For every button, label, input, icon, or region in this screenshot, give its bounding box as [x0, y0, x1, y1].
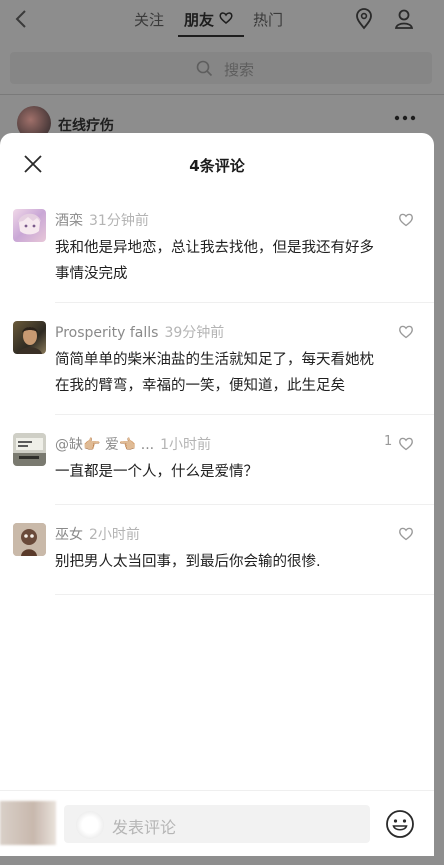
- heart-like-icon[interactable]: [398, 526, 414, 541]
- commenter-avatar[interactable]: [13, 321, 46, 354]
- commenter-avatar[interactable]: [13, 209, 46, 242]
- photo-avatar-image: [13, 433, 46, 466]
- comment-input-bar: 发表评论: [0, 790, 434, 856]
- comment-item: 巫女 2小时前 别把男人太当回事，到最后你会输的很惨.: [0, 523, 434, 588]
- comment-divider: [55, 302, 434, 303]
- comment-meta: 巫女 2小时前: [55, 524, 140, 544]
- comment-text: 简简单单的柴米油盐的生活就知足了，每天看她枕在我的臂弯，幸福的一笑，便知道，此生…: [55, 352, 374, 394]
- more-options-icon[interactable]: [394, 114, 416, 122]
- my-avatar: [0, 801, 56, 845]
- back-icon[interactable]: [12, 8, 32, 30]
- comments-sheet: 4条评论 酒栾 31分钟前 我和他是异地恋，总让我去找他，但是我还有好多事情没完成: [0, 133, 434, 833]
- heart-icon: [219, 12, 233, 24]
- emoji-icon[interactable]: [385, 809, 415, 839]
- heart-like-icon[interactable]: [398, 324, 414, 339]
- commenter-name[interactable]: 酒栾: [55, 213, 83, 229]
- commenter-name[interactable]: 巫女: [55, 527, 83, 543]
- like-count: 1: [384, 434, 393, 449]
- location-pin-icon[interactable]: [355, 8, 373, 30]
- search-placeholder: 搜索: [224, 61, 255, 79]
- comment-item: Prosperity falls 39分钟前 简简单单的柴米油盐的生活就知足了，每…: [0, 321, 434, 412]
- anime-avatar-image: [18, 213, 41, 235]
- post-author-name[interactable]: 在线疗伤: [58, 115, 114, 135]
- comment-meta: Prosperity falls 39分钟前: [55, 322, 224, 342]
- comment-time: 2小时前: [89, 527, 140, 543]
- active-tab-underline: [178, 35, 244, 37]
- commenter-name[interactable]: Prosperity falls: [55, 325, 158, 341]
- commenter-avatar[interactable]: [13, 523, 46, 556]
- search-icon: [196, 60, 213, 77]
- comment-text: 别把男人太当回事，到最后你会输的很惨.: [55, 554, 321, 570]
- comment-time: 1小时前: [160, 437, 212, 453]
- portrait-avatar-image: [18, 327, 42, 354]
- heart-like-icon[interactable]: [398, 212, 414, 227]
- user-icon[interactable]: [394, 8, 414, 30]
- comment-text: 我和他是异地恋，总让我去找他，但是我还有好多事情没完成: [55, 240, 374, 282]
- commenter-name[interactable]: @缺👉🏼 爱👈🏼 ...: [55, 437, 154, 453]
- divider: [0, 94, 444, 95]
- comment-time: 31分钟前: [89, 213, 149, 229]
- comment-item: 酒栾 31分钟前 我和他是异地恋，总让我去找他，但是我还有好多事情没完成: [0, 209, 434, 300]
- comment-input[interactable]: 发表评论: [64, 805, 370, 843]
- comment-meta: @缺👉🏼 爱👈🏼 ... 1小时前: [55, 434, 211, 454]
- overlay-edge: [0, 856, 444, 865]
- comment-meta: 酒栾 31分钟前: [55, 210, 149, 230]
- tab-follow[interactable]: 关注: [134, 9, 164, 30]
- background-app: 关注 朋友 热门 搜索 在线疗伤: [0, 0, 444, 150]
- top-nav: 关注 朋友 热门: [0, 0, 444, 40]
- comment-divider: [55, 594, 434, 595]
- commenter-avatar[interactable]: [13, 433, 46, 466]
- input-avatar-blur: [76, 811, 104, 839]
- doll-avatar-image: [13, 523, 46, 556]
- comment-input-placeholder: 发表评论: [112, 818, 177, 837]
- tab-friends[interactable]: 朋友: [184, 9, 214, 30]
- comment-time: 39分钟前: [164, 325, 225, 341]
- search-bar[interactable]: 搜索: [10, 52, 432, 84]
- comments-count-title: 4条评论: [189, 157, 245, 175]
- heart-like-icon[interactable]: [398, 436, 414, 451]
- comment-text: 一直都是一个人，什么是爱情？: [55, 464, 258, 480]
- comment-divider: [55, 504, 434, 505]
- comment-divider: [55, 414, 434, 415]
- comment-item: @缺👉🏼 爱👈🏼 ... 1小时前 一直都是一个人，什么是爱情？ 1: [0, 433, 434, 498]
- tab-hot[interactable]: 热门: [253, 9, 283, 30]
